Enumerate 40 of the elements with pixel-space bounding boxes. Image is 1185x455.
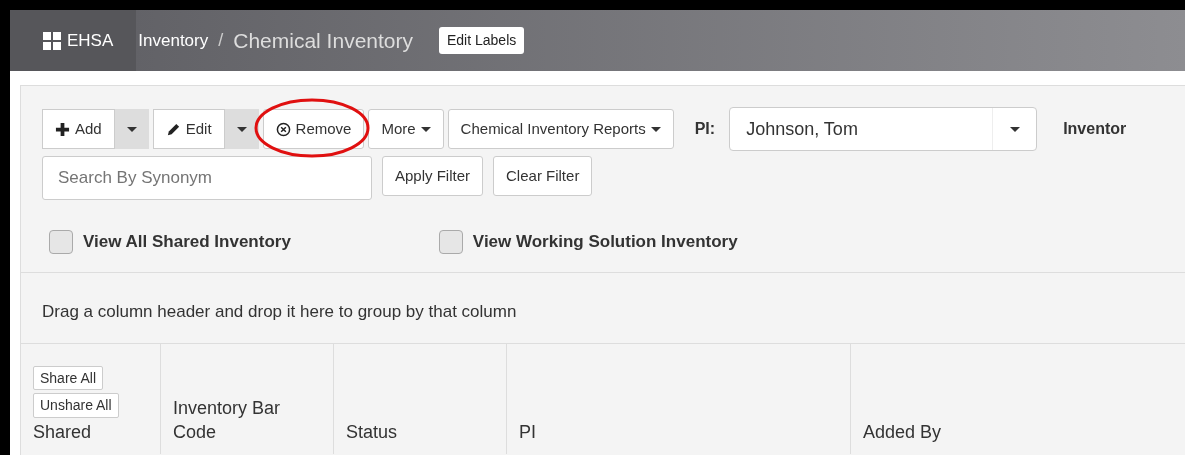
caret-icon [236, 126, 247, 132]
filter-label: Inventor [1063, 119, 1127, 139]
group-hint: Drag a column header and drop it here to group by that column [42, 302, 517, 321]
caret-icon [650, 126, 661, 132]
search-field[interactable]: Search By Synonym [42, 156, 372, 200]
dropdown-toggle-button[interactable] [224, 109, 259, 149]
column-header[interactable]: Inventory Bar Code [161, 344, 334, 454]
pencil-icon [165, 121, 181, 137]
app-name: EHSA [67, 29, 114, 52]
header-button[interactable]: Unshare All [33, 393, 119, 418]
column-header[interactable]: Added By [851, 344, 1185, 454]
dropdown-toggle-button[interactable] [114, 109, 149, 149]
checkbox-label: View All Shared Inventory [83, 231, 291, 254]
toolbar-button[interactable]: Add [42, 109, 115, 149]
checkbox[interactable] [438, 230, 463, 254]
caret-icon [420, 126, 431, 132]
toolbar-button[interactable]: Chemical Inventory Reports [447, 109, 674, 149]
toolbar-button[interactable]: More [368, 109, 444, 149]
plus-icon [55, 121, 70, 137]
pi-select[interactable]: Johnson, Tom [729, 107, 1038, 151]
breadcrumb-separator: / [218, 29, 224, 52]
close-circle-icon [275, 121, 291, 137]
pi-label: PI: [694, 119, 716, 139]
caret-icon [126, 126, 137, 132]
column-header[interactable]: PI [507, 344, 851, 454]
clear-filter-button[interactable]: Clear Filter [493, 156, 593, 196]
checkbox-label: View Working Solution Inventory [472, 231, 738, 254]
breadcrumb-item: Chemical Inventory [233, 27, 413, 54]
checkbox[interactable] [49, 230, 73, 254]
toolbar-button[interactable]: Remove [262, 109, 365, 149]
apply-filter-button[interactable]: Apply Filter [382, 156, 484, 196]
breadcrumb-item[interactable]: Inventory [138, 27, 209, 54]
caret-icon [1009, 126, 1020, 132]
column-header[interactable]: Status [334, 344, 507, 454]
column-header[interactable]: Share All Unshare All Shared [21, 344, 161, 454]
header-button[interactable]: Share All [33, 366, 104, 391]
toolbar-button[interactable]: Edit [152, 109, 225, 149]
grid-icon [43, 31, 61, 50]
app-logo[interactable]: EHSA [10, 10, 137, 71]
edit-labels-button[interactable]: Edit Labels [439, 27, 525, 54]
